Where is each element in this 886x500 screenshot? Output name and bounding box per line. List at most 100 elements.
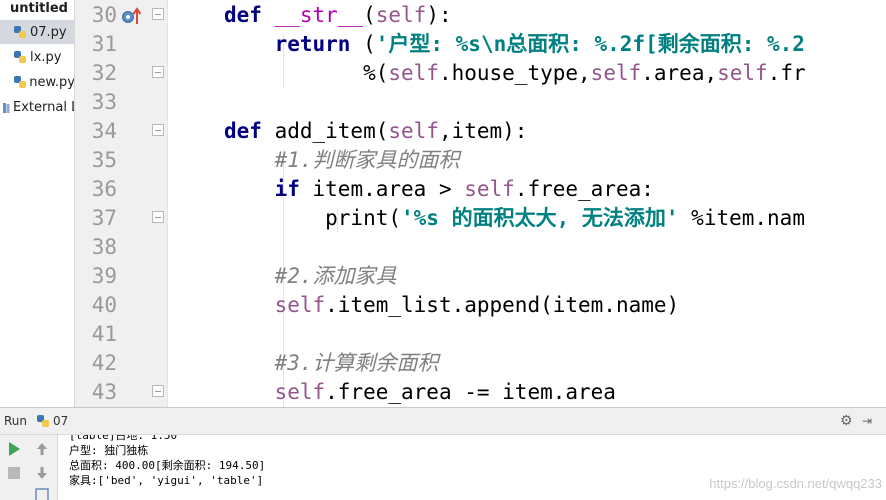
code-token: def [224,119,275,143]
tree-file-new[interactable]: new.py [0,70,75,94]
run-toolbar [0,435,58,500]
code-editor[interactable]: def __str__(self): return ('户型: %s\n总面积:… [168,0,886,407]
code-token: %item.nam [678,206,805,230]
code-token: .house_type, [438,61,591,85]
line-number: 31 [91,32,117,56]
line-number: 38 [91,235,117,259]
code-token: ( [363,3,376,27]
tree-file-label: new.py [29,74,75,90]
code-token: .area, [641,61,718,85]
code-token: print( [224,206,402,230]
tree-file-label: 07.py [30,24,67,40]
fold-marker[interactable] [152,66,164,78]
run-label: Run [4,414,28,428]
code-token: #1.判断家具的面积 [224,148,460,172]
line-number: 36 [91,177,117,201]
python-file-icon [37,415,50,427]
line-number: 30 [91,3,117,27]
run-config-name[interactable]: 07 [53,414,68,428]
code-token: self [717,61,768,85]
code-token: .item_list.append(item.name) [325,293,680,317]
run-console[interactable]: [table]占地: 1.50 户型: 独门独栋 总面积: 400.00[剩余面… [58,435,886,500]
line-number: 42 [91,351,117,375]
code-token: ( [363,32,376,56]
rerun-play-icon[interactable] [4,439,24,459]
code-token: .free_area: [514,177,654,201]
code-token: self [375,3,427,27]
tree-file-07[interactable]: 07.py [0,20,74,44]
tree-file-lx[interactable]: lx.py [0,45,74,69]
code-token: %( [224,61,389,85]
python-file-icon [14,51,26,63]
console-output-line: 总面积: 400.00[剩余面积: 194.50] [69,459,266,472]
code-token: self [274,293,326,317]
hide-panel-icon[interactable]: ⇥ [862,414,876,428]
fold-marker[interactable] [152,124,164,136]
code-line: return ('户型: %s\n总面积: %.2f[剩余面积: %.2 [224,30,805,59]
line-number: 34 [91,119,117,143]
watermark: https://blog.csdn.net/qwqq233 [709,476,882,491]
line-number: 37 [91,206,117,230]
code-token: .free_area -= item.area [325,380,616,404]
code-token: return [224,32,364,56]
code-token: ): [426,3,452,27]
code-token: #2.添加家具 [224,264,397,288]
tree-root-label: untitled [10,0,68,16]
run-tool-window-header: Run 07 ⚙ ⇥ [0,407,886,435]
code-token: .fr [767,61,806,85]
code-line: def add_item(self,item): [224,117,527,146]
code-line: self.free_area -= item.area [224,378,616,407]
line-number: 43 [91,380,117,404]
scroll-down-icon[interactable] [32,463,52,483]
code-token: ,item): [438,119,528,143]
code-token: self [274,380,326,404]
code-line: def __str__(self): [224,1,452,30]
code-line: #2.添加家具 [224,262,397,291]
editor-gutter: 30 31 32 33 34 35 36 37 38 39 40 41 42 4… [75,0,168,407]
line-number: 41 [91,322,117,346]
code-line: #3.计算剩余面积 [224,349,439,378]
scroll-up-icon[interactable] [32,439,52,459]
code-token: self [388,119,439,143]
settings-gear-icon[interactable]: ⚙ [840,414,854,428]
tree-external-libraries[interactable]: External L [0,95,75,119]
code-token: self [388,61,439,85]
code-token: if [224,177,313,201]
console-output-line: 户型: 独门独栋 [69,444,149,457]
code-line: self.item_list.append(item.name) [224,291,680,320]
line-number: 32 [91,61,117,85]
fold-marker[interactable] [152,211,164,223]
line-number: 35 [91,148,117,172]
code-line: if item.area > self.free_area: [224,175,654,204]
tree-external-label: External L [13,99,75,115]
project-tree: untitled 07.py lx.py new.py External L [0,0,75,407]
tree-root-untitled[interactable]: untitled [0,0,74,20]
code-token: '%s 的面积太大, 无法添加' [401,206,679,230]
line-number: 40 [91,293,117,317]
tree-file-label: lx.py [30,49,62,65]
code-token: '户型: %s\n总面积: %.2f[剩余面积: %.2 [375,32,805,56]
console-output-line: 家具:['bed', 'yigui', 'table'] [69,474,264,487]
fold-marker[interactable] [152,8,164,20]
code-token: item.area > [312,177,465,201]
code-token: __str__ [274,3,364,27]
editor-scrollbar[interactable] [876,0,886,407]
code-token: #3.计算剩余面积 [224,351,439,375]
line-number: 39 [91,264,117,288]
stop-icon[interactable] [4,463,24,483]
code-token: self [590,61,642,85]
console-output-line: [table]占地: 1.50 [69,435,178,442]
code-token: self [464,177,515,201]
override-method-icon[interactable] [121,6,145,26]
line-number: 33 [91,90,117,114]
code-token: def [224,3,275,27]
code-token: add_item( [274,119,389,143]
python-file-icon [14,76,26,88]
layout-icon[interactable] [32,487,52,500]
python-file-icon [14,26,26,38]
fold-marker[interactable] [152,385,164,397]
code-line: print('%s 的面积太大, 无法添加' %item.nam [224,204,805,233]
library-icon [2,102,10,113]
